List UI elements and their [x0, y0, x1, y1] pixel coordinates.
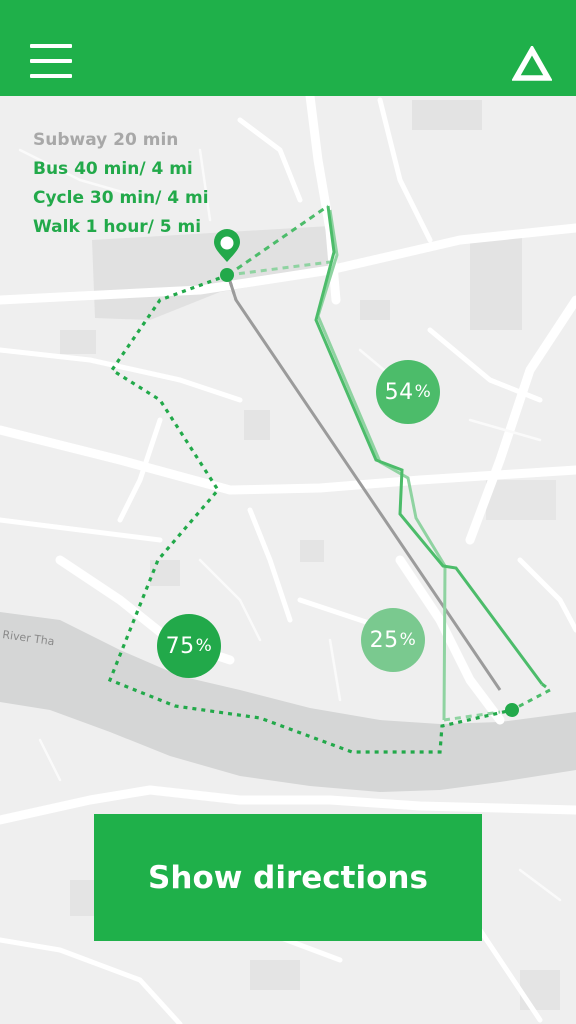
percent-unit: %: [414, 382, 432, 402]
percent-unit: %: [195, 636, 213, 656]
walk-percent-badge[interactable]: 75%: [157, 614, 221, 678]
bus-percent-badge[interactable]: 54%: [376, 360, 440, 424]
route-legend: Subway 20 min Bus 40 min/ 4 mi Cycle 30 …: [33, 126, 209, 242]
percent-value: 75: [165, 633, 195, 659]
triangle-navigation-icon[interactable]: [511, 44, 553, 82]
legend-walk[interactable]: Walk 1 hour/ 5 mi: [33, 213, 209, 242]
legend-subway[interactable]: Subway 20 min: [33, 126, 209, 155]
legend-bus[interactable]: Bus 40 min/ 4 mi: [33, 155, 209, 184]
percent-value: 25: [369, 627, 399, 653]
app-header: [0, 0, 576, 96]
origin-dot: [220, 268, 234, 282]
legend-cycle[interactable]: Cycle 30 min/ 4 mi: [33, 184, 209, 213]
hamburger-menu-icon[interactable]: [30, 44, 74, 80]
percent-unit: %: [399, 630, 417, 650]
destination-dot: [505, 703, 519, 717]
show-directions-button[interactable]: Show directions: [94, 814, 482, 941]
percent-value: 54: [384, 379, 414, 405]
cycle-percent-badge[interactable]: 25%: [361, 608, 425, 672]
